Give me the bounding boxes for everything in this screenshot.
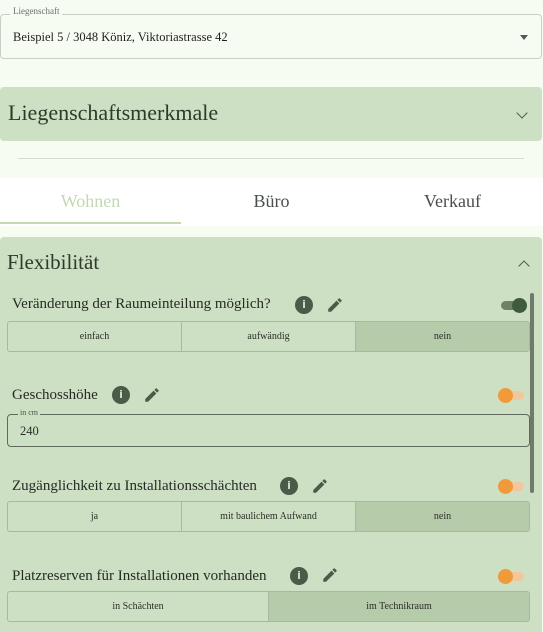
tab-verkauf[interactable]: Verkauf — [362, 178, 543, 226]
features-panel-header[interactable]: Liegenschaftsmerkmale — [0, 87, 542, 141]
option-mit-baulichem-aufwand[interactable]: mit baulichem Aufwand — [182, 502, 356, 531]
scrollbar[interactable] — [530, 293, 534, 493]
option-nein[interactable]: nein — [356, 322, 529, 351]
property-select-legend: Liegenschaft — [10, 6, 63, 16]
option-nein[interactable]: nein — [356, 502, 529, 531]
chevron-up-icon[interactable] — [518, 260, 530, 272]
floor-height-value[interactable]: 240 — [20, 424, 39, 439]
info-icon[interactable]: i — [112, 386, 130, 404]
pencil-icon[interactable] — [326, 296, 344, 314]
pencil-icon[interactable] — [311, 477, 329, 495]
options-installation-reserves: in Schächten im Technikraum — [7, 591, 530, 622]
info-icon[interactable]: i — [280, 477, 298, 495]
tab-buero[interactable]: Büro — [181, 178, 362, 226]
floor-height-field[interactable]: in cm 240 — [7, 408, 530, 447]
options-room-layout: einfach aufwändig nein — [7, 321, 530, 352]
dropdown-caret-icon[interactable] — [520, 35, 528, 40]
info-icon[interactable]: i — [290, 567, 308, 585]
toggle-installation-reserves[interactable] — [498, 566, 526, 586]
tab-wohnen[interactable]: Wohnen — [0, 178, 181, 226]
question-label-floor-height: Geschosshöhe — [12, 387, 98, 403]
active-tab-indicator — [0, 222, 181, 224]
toggle-floor-height[interactable] — [498, 385, 526, 405]
info-icon[interactable]: i — [295, 296, 313, 314]
toggle-room-layout[interactable] — [499, 295, 527, 315]
section-title: Flexibilität — [7, 250, 100, 274]
features-panel-title: Liegenschaftsmerkmale — [8, 100, 219, 125]
option-einfach[interactable]: einfach — [8, 322, 182, 351]
toggle-shaft-access[interactable] — [498, 476, 526, 496]
usage-tabs: Wohnen Büro Verkauf — [0, 178, 543, 226]
divider — [18, 158, 524, 159]
options-shaft-access: ja mit baulichem Aufwand nein — [7, 501, 530, 532]
floor-height-unit-legend: in cm — [18, 408, 40, 418]
chevron-down-icon[interactable] — [516, 107, 528, 119]
property-select[interactable]: Liegenschaft Beispiel 5 / 3048 Köniz, Vi… — [0, 6, 542, 59]
pencil-icon[interactable] — [321, 566, 339, 584]
option-ja[interactable]: ja — [8, 502, 182, 531]
option-aufwaendig[interactable]: aufwändig — [182, 322, 356, 351]
question-label-room-layout: Veränderung der Raumeinteilung möglich? — [12, 296, 271, 312]
property-select-value: Beispiel 5 / 3048 Köniz, Viktoriastrasse… — [13, 30, 228, 44]
option-in-schaechten[interactable]: in Schächten — [8, 592, 269, 621]
option-im-technikraum[interactable]: im Technikraum — [269, 592, 529, 621]
question-label-installation-reserves: Platzreserven für Installationen vorhand… — [12, 568, 267, 584]
question-label-shaft-access: Zugänglichkeit zu Installationsschächten — [12, 478, 257, 494]
pencil-icon[interactable] — [143, 386, 161, 404]
